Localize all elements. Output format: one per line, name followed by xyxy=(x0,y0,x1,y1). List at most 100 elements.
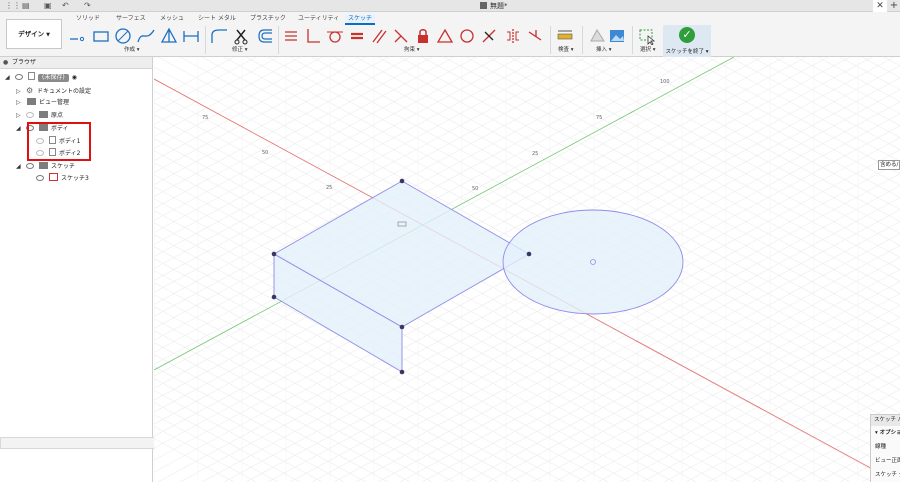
sketch-circle[interactable] xyxy=(502,209,684,315)
tab-sheet-metal[interactable]: シート メタル xyxy=(198,15,236,23)
tree-item-named-views[interactable]: ▷ ビュー管理 xyxy=(16,97,69,108)
tab-mesh[interactable]: メッシュ xyxy=(160,15,184,23)
tangent-constraint-icon[interactable] xyxy=(326,27,344,45)
expanded-triangle-icon[interactable]: ◢ xyxy=(5,72,13,83)
tree-item-label: ビュー管理 xyxy=(39,99,70,106)
tree-item-label: スケッチ3 xyxy=(61,175,89,182)
visibility-eye-icon[interactable] xyxy=(15,74,23,80)
root-document-name: (未保存) xyxy=(38,74,69,82)
polygon-tool-icon[interactable] xyxy=(160,27,178,45)
viewport-svg[interactable]: 75 50 25 50 25 100 75 xyxy=(154,57,900,482)
offset-tool-icon[interactable] xyxy=(256,27,274,45)
palette-header[interactable]: スケッチ パレット xyxy=(871,415,900,426)
arc-tool-icon[interactable] xyxy=(137,27,155,45)
app-grid-icon[interactable]: ⋮⋮ xyxy=(5,1,21,11)
symmetry-constraint-icon[interactable] xyxy=(504,27,522,45)
perpendicular-constraint-icon[interactable] xyxy=(304,27,322,45)
select-tool-icon[interactable] xyxy=(638,27,656,45)
mirror-tool-icon[interactable] xyxy=(182,27,200,45)
rectangle-tool-icon[interactable] xyxy=(92,27,110,45)
redo-icon[interactable]: ↷ xyxy=(84,1,91,11)
create-group-label[interactable]: 作成 ▾ xyxy=(124,47,140,54)
palette-options-section[interactable]: ▾ オプション xyxy=(871,426,900,440)
include-tooltip[interactable]: 含める/ xyxy=(878,160,900,170)
finish-sketch-button[interactable]: ✓ スケッチを終了 ▾ xyxy=(663,25,711,57)
select-group-label[interactable]: 選択 ▾ xyxy=(640,47,656,54)
collinear-constraint-icon[interactable] xyxy=(392,27,410,45)
sketch-point[interactable] xyxy=(271,251,277,257)
document-title-text: 無題* xyxy=(490,2,508,10)
grid-label: 75 xyxy=(202,115,208,121)
sketch-point[interactable] xyxy=(399,178,405,184)
tab-plastic[interactable]: プラスチック xyxy=(250,15,286,23)
grid-label: 50 xyxy=(262,150,268,156)
sketch-point[interactable] xyxy=(526,251,532,257)
collapse-panel-icon[interactable]: ● xyxy=(3,59,8,67)
tab-sketch[interactable]: スケッチ xyxy=(345,15,376,25)
measure-tool-icon[interactable] xyxy=(556,27,574,45)
modify-group-label[interactable]: 修正 ▾ xyxy=(232,47,248,54)
constraints-group-label[interactable]: 拘束 ▾ xyxy=(404,47,420,54)
trim-tool-icon[interactable] xyxy=(233,27,251,45)
close-tab-button[interactable]: ✕ xyxy=(873,0,887,12)
file-menu-icon[interactable]: ▤ xyxy=(22,1,30,11)
tree-item-origin[interactable]: ▷ 原点 xyxy=(16,110,63,121)
new-tab-button[interactable]: + xyxy=(888,0,900,12)
fix-constraint-icon[interactable] xyxy=(414,27,432,45)
tree-item-sketch3[interactable]: スケッチ3 xyxy=(34,173,89,184)
tab-utilities[interactable]: ユーティリティ xyxy=(298,15,339,23)
expanded-triangle-icon[interactable]: ◢ xyxy=(16,123,24,134)
palette-sketch-grid[interactable]: スケッチ グリッド xyxy=(871,468,900,482)
fillet-tool-icon[interactable] xyxy=(210,27,228,45)
insert-group-label[interactable]: 挿入 ▾ xyxy=(596,47,612,54)
sketch-point[interactable] xyxy=(271,294,277,300)
design-canvas[interactable]: 75 50 25 50 25 100 75 xyxy=(154,57,900,482)
ribbon-divider xyxy=(550,26,551,54)
tree-root[interactable]: ◢ (未保存) ◉ xyxy=(5,72,77,83)
visibility-eye-icon[interactable] xyxy=(26,163,34,169)
tab-surface[interactable]: サーフェス xyxy=(116,15,146,23)
insert-mesh-icon[interactable] xyxy=(588,27,606,45)
active-radio-icon[interactable]: ◉ xyxy=(72,74,77,81)
ribbon-divider xyxy=(632,26,633,54)
parallel-constraint-icon[interactable] xyxy=(370,27,388,45)
tree-item-document-settings[interactable]: ▷ ⚙ ドキュメントの設定 xyxy=(16,85,91,96)
grid-label: 75 xyxy=(596,115,602,121)
chevron-down-icon: ▼ xyxy=(46,32,50,38)
expanded-triangle-icon[interactable]: ◢ xyxy=(16,161,24,172)
workspace-label: デザイン xyxy=(18,30,45,38)
equal-constraint-icon[interactable] xyxy=(348,27,366,45)
sketch-point[interactable] xyxy=(399,369,405,375)
sketch-point[interactable] xyxy=(399,324,405,330)
collapsed-triangle-icon[interactable]: ▷ xyxy=(16,97,24,108)
coincident-constraint-icon[interactable] xyxy=(282,27,300,45)
tab-solid[interactable]: ソリッド xyxy=(76,15,100,23)
triangle-constraint-icon[interactable] xyxy=(436,27,454,45)
line-tool-icon[interactable] xyxy=(68,27,86,45)
visibility-eye-icon[interactable] xyxy=(26,112,34,118)
collapsed-triangle-icon[interactable]: ▷ xyxy=(16,110,24,121)
browser-header: ● ブラウザ xyxy=(0,57,152,69)
grid-label: 25 xyxy=(326,185,332,191)
undo-icon[interactable]: ↶ xyxy=(62,1,69,11)
save-icon[interactable]: ▣ xyxy=(44,1,52,11)
grid-label: 100 xyxy=(660,79,670,85)
folder-icon xyxy=(39,111,48,118)
collapsed-triangle-icon[interactable]: ▷ xyxy=(16,86,24,97)
document-icon xyxy=(28,72,35,80)
palette-look-at[interactable]: ビュー正面 xyxy=(871,454,900,468)
title-bar: ⋮⋮ ▤ ▣ ↶ ↷ 無題* ✕ + xyxy=(0,0,900,12)
concentric-constraint-icon[interactable] xyxy=(458,27,476,45)
sketch-palette: スケッチ パレット ▾ オプション 線種 ビュー正面 スケッチ グリッド xyxy=(870,414,900,482)
circle-tool-icon[interactable] xyxy=(114,27,132,45)
insert-canvas-image-icon[interactable] xyxy=(608,27,626,45)
tree-item-sketches[interactable]: ◢ スケッチ xyxy=(16,161,75,172)
workspace-switcher[interactable]: デザイン ▼ xyxy=(6,19,62,49)
ribbon-divider xyxy=(582,26,583,54)
inspect-group-label[interactable]: 検査 ▾ xyxy=(558,47,574,54)
palette-linetype[interactable]: 線種 xyxy=(871,440,900,454)
visibility-eye-icon[interactable] xyxy=(36,175,44,181)
smooth-constraint-icon[interactable] xyxy=(526,27,544,45)
midpoint-constraint-icon[interactable] xyxy=(480,27,498,45)
ribbon-divider xyxy=(205,26,206,54)
